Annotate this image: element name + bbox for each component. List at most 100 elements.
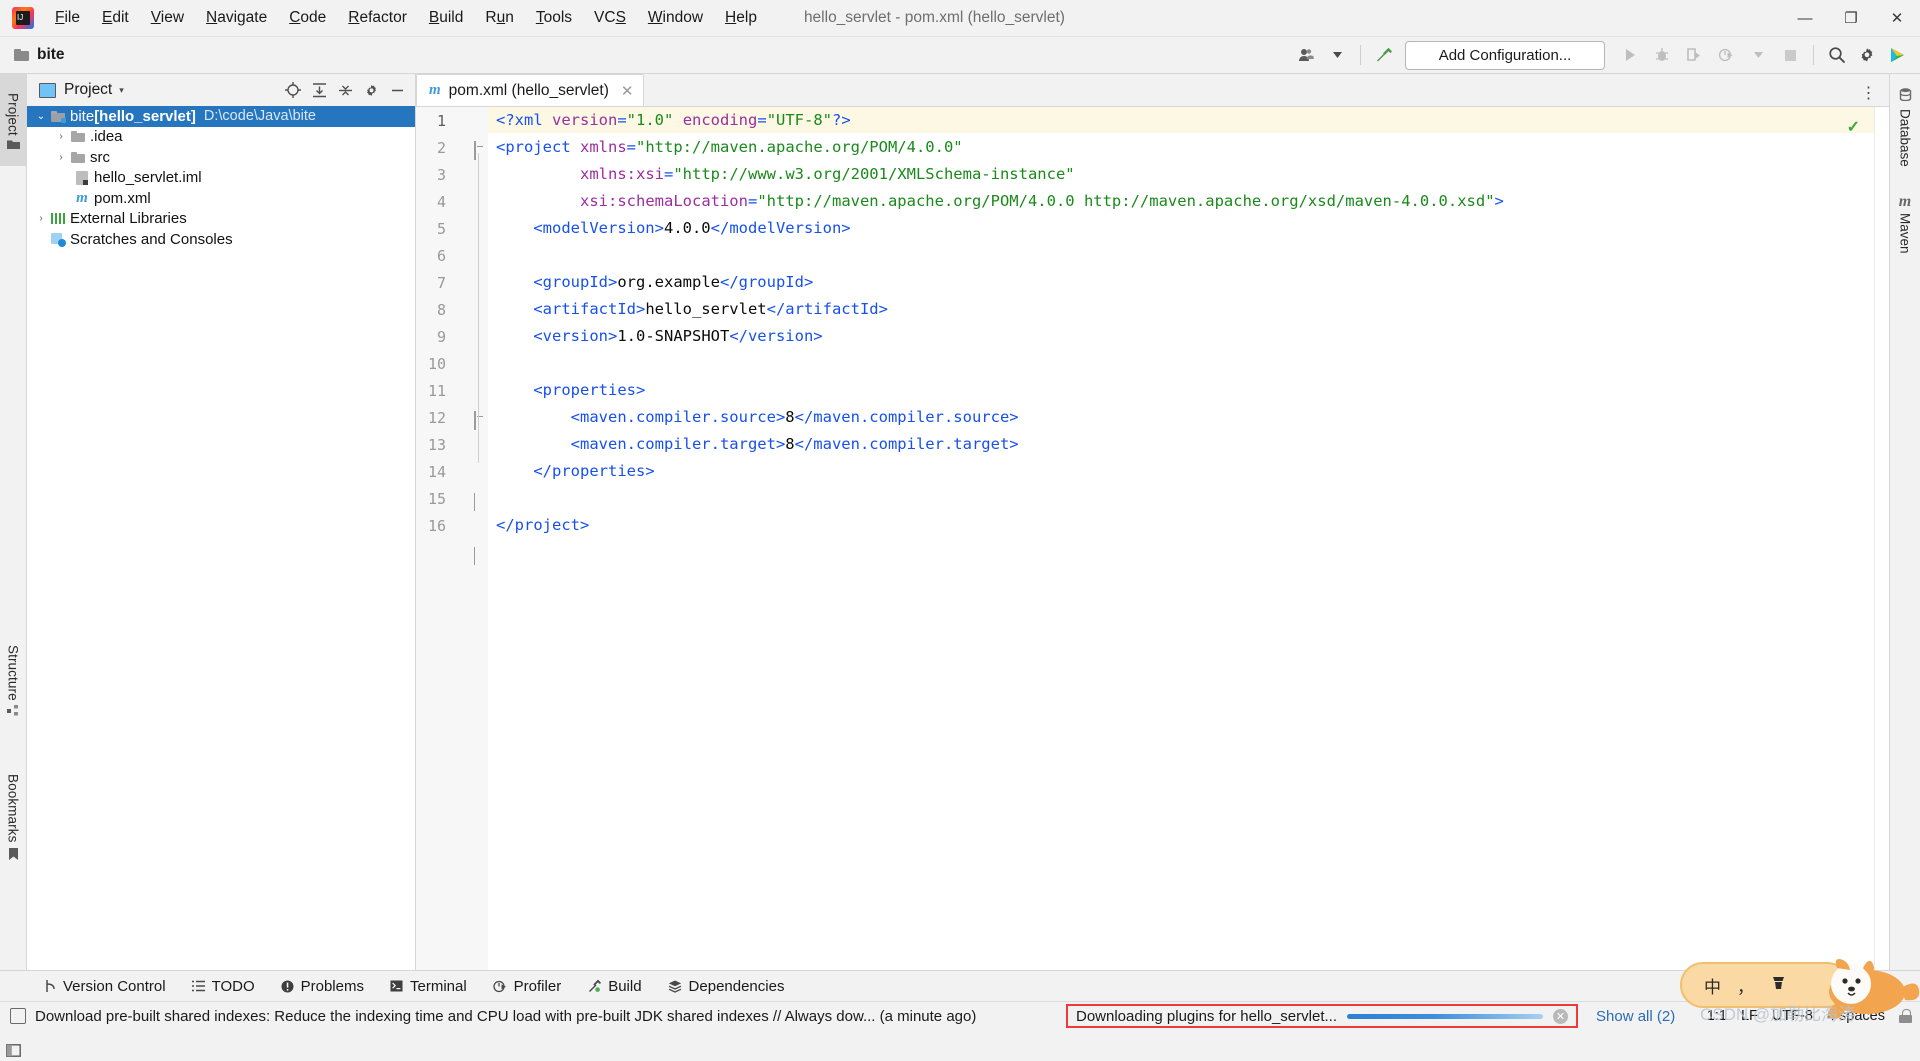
menu-run[interactable]: Run (474, 5, 524, 31)
code-line[interactable]: <maven.compiler.source>8</maven.compiler… (496, 408, 1019, 426)
editor-scroll-marker-bar[interactable] (1874, 107, 1889, 970)
fold-marker-open[interactable] (474, 412, 485, 423)
menu-build[interactable]: Build (418, 5, 474, 31)
menu-code[interactable]: Code (278, 5, 337, 31)
notification-icon[interactable] (10, 1008, 26, 1024)
chevron-right-icon[interactable]: › (33, 213, 49, 224)
chevron-right-icon[interactable]: › (53, 131, 69, 142)
more-options-icon[interactable]: ⋮ (1857, 80, 1881, 106)
chevron-down-icon[interactable]: ⌄ (33, 111, 49, 122)
sidebar-item-database[interactable]: Database (1890, 88, 1920, 167)
tool-button-terminal[interactable]: Terminal (377, 975, 480, 998)
profile-icon[interactable] (1711, 40, 1741, 70)
expand-all-icon[interactable] (307, 78, 331, 102)
tool-button-problems[interactable]: Problems (268, 975, 377, 998)
ime-shape-icon[interactable] (1770, 975, 1787, 996)
code-line[interactable]: <properties> (496, 381, 645, 399)
code-line[interactable]: <version>1.0-SNAPSHOT</version> (496, 327, 823, 345)
run-icon[interactable] (1615, 40, 1645, 70)
fold-marker-close[interactable] (474, 547, 485, 558)
menu-edit[interactable]: Edit (91, 5, 140, 31)
tree-node-bite[interactable]: ⌄ bite [hello_servlet] D:\code\Java\bite (27, 106, 415, 127)
close-icon[interactable]: ✕ (621, 82, 634, 100)
tree-node-src[interactable]: › src (27, 147, 415, 168)
menu-tools[interactable]: Tools (525, 5, 583, 31)
close-button[interactable]: ✕ (1874, 0, 1920, 36)
fold-marker-close[interactable] (474, 493, 485, 504)
hammer-icon[interactable] (1369, 40, 1399, 70)
menu-view[interactable]: View (140, 5, 195, 31)
chevron-down-icon[interactable]: ▾ (119, 85, 124, 96)
code-line[interactable]: xmlns:xsi="http://www.w3.org/2001/XMLSch… (496, 165, 1075, 183)
code-line[interactable]: <?xml version="1.0" encoding="UTF-8"?> (496, 111, 851, 129)
code-line[interactable]: <maven.compiler.target>8</maven.compiler… (496, 435, 1019, 453)
sidebar-item-maven[interactable]: m Maven (1890, 194, 1920, 254)
menu-vcs[interactable]: VCS (583, 5, 637, 31)
editor-tab-pom-xml[interactable]: m pom.xml (hello_servlet) ✕ (416, 74, 644, 106)
menu-file[interactable]: File (44, 5, 91, 31)
tree-node-hello-servlet-iml[interactable]: hello_servlet.iml (27, 168, 415, 189)
menu-refactor[interactable]: Refactor (337, 5, 418, 31)
ide-updates-icon[interactable] (1882, 40, 1912, 70)
code-editor[interactable]: 1 2 3 4 5 6 7 8 9 10 11 12 13 14 15 16 (416, 107, 1889, 970)
tool-button-build[interactable]: Build (574, 975, 654, 998)
menu-help[interactable]: Help (714, 5, 768, 31)
fold-marker-open[interactable] (474, 142, 485, 153)
status-message[interactable]: Download pre-built shared indexes: Reduc… (35, 1008, 976, 1025)
cancel-progress-icon[interactable]: ✕ (1553, 1009, 1568, 1024)
sidebar-item-project[interactable]: Project (0, 74, 26, 166)
code-text[interactable]: <?xml version="1.0" encoding="UTF-8"?> <p… (488, 107, 1874, 970)
show-all-link[interactable]: Show all (2) (1596, 1008, 1675, 1025)
code-line[interactable]: xsi:schemaLocation="http://maven.apache.… (496, 192, 1504, 210)
code-line[interactable]: <modelVersion>4.0.0</modelVersion> (496, 219, 851, 237)
tool-button-dependencies[interactable]: Dependencies (655, 975, 798, 998)
account-icon[interactable] (1292, 40, 1322, 70)
code-line[interactable]: <artifactId>hello_servlet</artifactId> (496, 300, 888, 318)
code-line[interactable]: </project> (496, 516, 589, 534)
collapse-all-icon[interactable] (333, 78, 357, 102)
tree-node-scratches-and-consoles[interactable]: Scratches and Consoles (27, 229, 415, 250)
scratches-icon (49, 233, 67, 246)
ime-mode-label[interactable]: 中 (1704, 973, 1721, 998)
ime-punctuation-label[interactable]: ， (1737, 973, 1754, 998)
debug-icon[interactable] (1647, 40, 1677, 70)
status-message-area[interactable]: Download pre-built shared indexes: Reduc… (0, 1008, 976, 1025)
tree-node-idea[interactable]: › .idea (27, 127, 415, 148)
code-line[interactable]: </properties> (496, 462, 655, 480)
gear-icon[interactable] (359, 78, 383, 102)
minimize-button[interactable]: — (1782, 0, 1828, 36)
add-configuration-button[interactable]: Add Configuration... (1405, 41, 1605, 70)
tool-button-profiler[interactable]: Profiler (480, 975, 575, 998)
code-token-tag: </artifactId> (767, 300, 888, 318)
tree-node-pom-xml[interactable]: m pom.xml (27, 188, 415, 209)
title-bar: IJ File Edit View Navigate Code Refactor… (0, 0, 1920, 37)
editor-gutter[interactable]: 1 2 3 4 5 6 7 8 9 10 11 12 13 14 15 16 (416, 107, 488, 970)
menu-navigate[interactable]: Navigate (195, 5, 278, 31)
hide-panel-icon[interactable] (385, 78, 409, 102)
run-with-coverage-icon[interactable] (1679, 40, 1709, 70)
chevron-down-icon[interactable] (1322, 40, 1352, 70)
maximize-button[interactable]: ❐ (1828, 0, 1874, 36)
tool-button-label: Problems (301, 978, 364, 995)
project-name-label: bite (37, 46, 65, 64)
tree-node-external-libraries[interactable]: › External Libraries (27, 209, 415, 230)
chevron-right-icon[interactable]: › (53, 152, 69, 163)
run-dropdown-chevron-icon[interactable] (1743, 40, 1773, 70)
sidebar-item-structure[interactable]: Structure (0, 634, 26, 730)
tool-button-version-control[interactable]: Version Control (32, 975, 179, 998)
project-tree[interactable]: ⌄ bite [hello_servlet] D:\code\Java\bite… (27, 106, 415, 970)
tool-button-todo[interactable]: TODO (179, 975, 268, 998)
sidebar-item-bookmarks[interactable]: Bookmarks (0, 764, 26, 874)
locate-icon[interactable] (281, 78, 305, 102)
layout-icon[interactable] (0, 1039, 26, 1061)
background-task-progress[interactable]: Downloading plugins for hello_servlet...… (1066, 1004, 1578, 1028)
inspection-status-icon[interactable]: ✓ (1847, 117, 1860, 137)
gear-icon[interactable] (1852, 40, 1882, 70)
stop-icon[interactable] (1775, 40, 1805, 70)
hammer-icon (587, 979, 601, 993)
code-line[interactable]: <groupId>org.example</groupId> (496, 273, 813, 291)
menu-window[interactable]: Window (637, 5, 714, 31)
code-line[interactable]: <project xmlns="http://maven.apache.org/… (496, 138, 963, 156)
project-chip[interactable]: bite (0, 46, 65, 64)
search-everywhere-icon[interactable] (1822, 40, 1852, 70)
